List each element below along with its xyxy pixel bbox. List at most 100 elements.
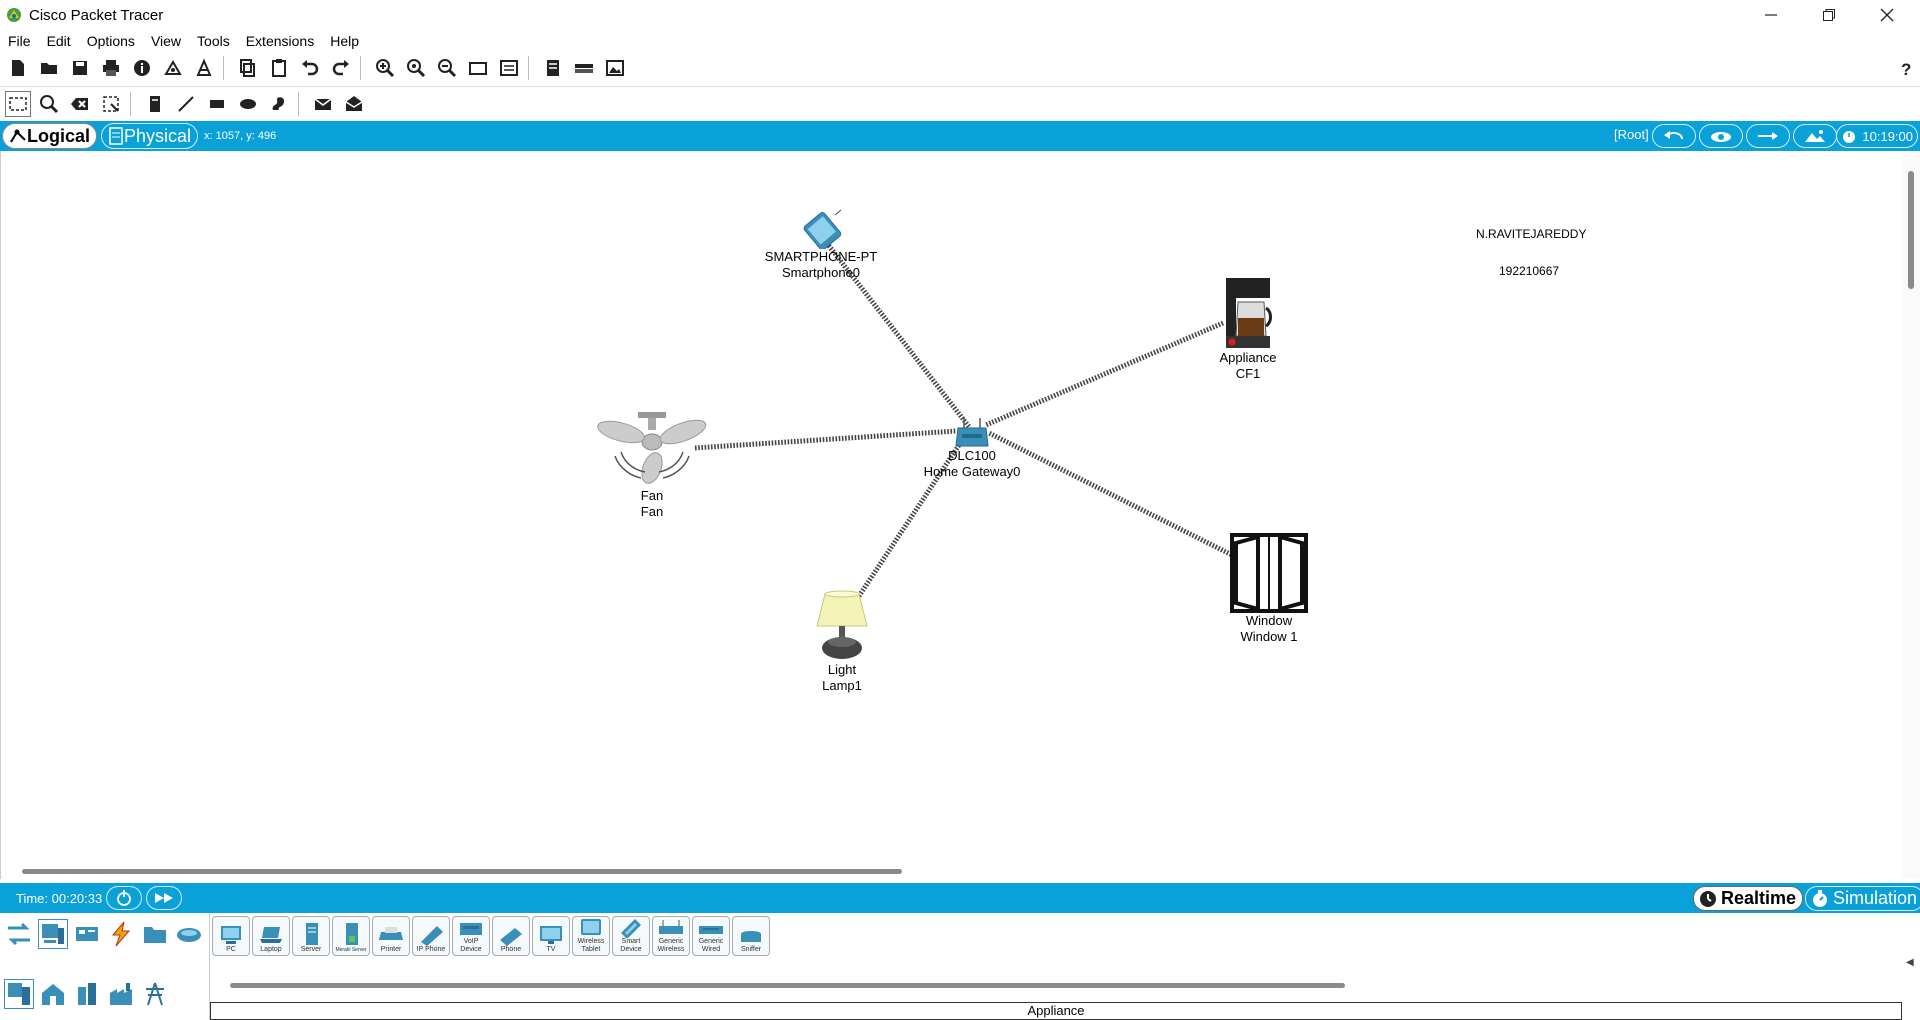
save-button[interactable]: [67, 55, 93, 81]
simulation-mode-button[interactable]: Simulation: [1805, 886, 1920, 911]
restore-button[interactable]: [1800, 0, 1858, 30]
category-smart-city[interactable]: [72, 979, 102, 1009]
tab-logical[interactable]: Logical: [2, 123, 98, 149]
back-arrow-icon: [1664, 131, 1684, 140]
resize-shape-tool[interactable]: [98, 91, 124, 117]
select-tool[interactable]: [5, 90, 31, 117]
horizontal-scroll-thumb[interactable]: [22, 869, 902, 874]
info-icon: [134, 60, 150, 76]
set-tiled-background-button[interactable]: [1793, 124, 1837, 148]
zoom-in-button[interactable]: [372, 55, 398, 81]
device-appliance[interactable]: Appliance CF1: [1203, 276, 1293, 382]
new-button[interactable]: [5, 55, 31, 81]
device-type-server[interactable]: Server: [292, 916, 330, 956]
category-network-devices[interactable]: [4, 919, 34, 949]
device-type-label: Sniffer: [740, 946, 762, 953]
device-type-smart-device[interactable]: Smart Device: [612, 916, 650, 956]
device-panel-scroll-thumb[interactable]: [230, 983, 1345, 988]
place-note-tool[interactable]: [142, 91, 168, 117]
draw-rectangle-tool[interactable]: [204, 91, 230, 117]
menu-help[interactable]: Help: [322, 33, 367, 49]
device-type-wireless-tablet[interactable]: Wireless Tablet: [572, 916, 610, 956]
device-fan[interactable]: Fan Fan: [592, 410, 712, 520]
device-type-meraki-server[interactable]: Meraki Server: [332, 916, 370, 956]
device-type-label: IP Phone: [416, 946, 446, 953]
fast-forward-button[interactable]: [146, 886, 183, 910]
menu-view[interactable]: View: [143, 33, 189, 49]
menu-extensions[interactable]: Extensions: [238, 33, 322, 49]
open-button[interactable]: [36, 55, 62, 81]
copy-button[interactable]: [235, 55, 261, 81]
add-complex-pdu-tool[interactable]: [341, 91, 367, 117]
minimize-button[interactable]: [1742, 0, 1800, 30]
redo-button[interactable]: [328, 55, 354, 81]
note-id[interactable]: 192210667: [1499, 264, 1559, 278]
category-connections[interactable]: [106, 919, 136, 949]
canvas-horizontal-scrollbar[interactable]: [0, 863, 1900, 879]
view-command-log-button[interactable]: [540, 55, 566, 81]
screenshot-button[interactable]: [602, 55, 628, 81]
menu-edit[interactable]: Edit: [39, 33, 79, 49]
device-type-laptop[interactable]: Laptop: [252, 916, 290, 956]
menu-options[interactable]: Options: [79, 33, 143, 49]
freeform-tool[interactable]: [266, 91, 292, 117]
move-object-button[interactable]: [1746, 124, 1790, 148]
vertical-scroll-thumb[interactable]: [1908, 171, 1914, 289]
network-device-button[interactable]: [571, 55, 597, 81]
device-type-sniffer[interactable]: Sniffer: [732, 916, 770, 956]
panel-scroll-left-icon[interactable]: ◀: [1906, 957, 1914, 968]
add-simple-pdu-tool[interactable]: [310, 91, 336, 117]
canvas-vertical-scrollbar[interactable]: [1902, 151, 1920, 879]
device-type-generic-wireless[interactable]: Generic Wireless: [652, 916, 690, 956]
copy-icon: [240, 59, 255, 77]
paste-button[interactable]: [266, 55, 292, 81]
zoom-reset-button[interactable]: [403, 55, 429, 81]
category-components[interactable]: [72, 919, 102, 949]
category-end-devices[interactable]: [38, 919, 68, 949]
menu-tools[interactable]: Tools: [189, 33, 238, 49]
device-type-tv[interactable]: TV: [532, 916, 570, 956]
close-button[interactable]: [1858, 0, 1916, 30]
device-type-phone[interactable]: Phone: [492, 916, 530, 956]
logical-workspace-canvas[interactable]: SMARTPHONE-PT Smartphone0 DLC100 Home Ga…: [0, 151, 1902, 879]
tab-physical[interactable]: Physical: [101, 123, 199, 149]
help-button[interactable]: ?: [1893, 55, 1919, 81]
network-info-button[interactable]: [160, 55, 186, 81]
activity-wizard-button[interactable]: [191, 55, 217, 81]
category-miscellaneous[interactable]: [140, 919, 170, 949]
note-name[interactable]: N.RAVITEJAREDDY: [1476, 227, 1586, 241]
menu-file[interactable]: File: [0, 33, 39, 49]
print-button[interactable]: [98, 55, 124, 81]
device-type-ip-phone[interactable]: IP Phone: [412, 916, 450, 956]
device-type-printer[interactable]: Printer: [372, 916, 410, 956]
viewport-clock[interactable]: 10:19:00: [1836, 124, 1918, 148]
realtime-mode-button[interactable]: Realtime: [1693, 886, 1804, 911]
draw-ellipse-tool[interactable]: [235, 91, 261, 117]
root-label[interactable]: [Root]: [1614, 127, 1649, 142]
device-smartphone[interactable]: SMARTPHONE-PT Smartphone0: [757, 209, 885, 281]
new-cluster-button[interactable]: [1699, 124, 1743, 148]
device-home-gateway[interactable]: DLC100 Home Gateway0: [917, 416, 1027, 480]
undo-button[interactable]: [297, 55, 323, 81]
category-end-devices-sub[interactable]: [4, 979, 34, 1009]
draw-line-tool[interactable]: [173, 91, 199, 117]
category-multiuser[interactable]: [174, 919, 204, 949]
components-icon: [76, 927, 98, 941]
device-lamp[interactable]: Light Lamp1: [802, 590, 882, 694]
category-industrial[interactable]: [106, 979, 136, 1009]
drawing-palette-button[interactable]: [465, 55, 491, 81]
stopwatch-icon: [1843, 131, 1855, 143]
category-power-grid[interactable]: [140, 979, 170, 1009]
power-cycle-button[interactable]: [106, 886, 143, 910]
zoom-out-button[interactable]: [434, 55, 460, 81]
device-type-generic-wired[interactable]: Generic Wired: [692, 916, 730, 956]
device-type-voip-device[interactable]: VoIP Device: [452, 916, 490, 956]
device-type-pc[interactable]: PC: [212, 916, 250, 956]
inspect-tool[interactable]: [36, 91, 62, 117]
info-button[interactable]: [129, 55, 155, 81]
delete-tool[interactable]: [67, 91, 93, 117]
device-window[interactable]: Window Window 1: [1219, 533, 1319, 645]
custom-device-dialog-button[interactable]: [496, 55, 522, 81]
category-home[interactable]: [38, 979, 68, 1009]
back-button[interactable]: [1652, 124, 1696, 148]
